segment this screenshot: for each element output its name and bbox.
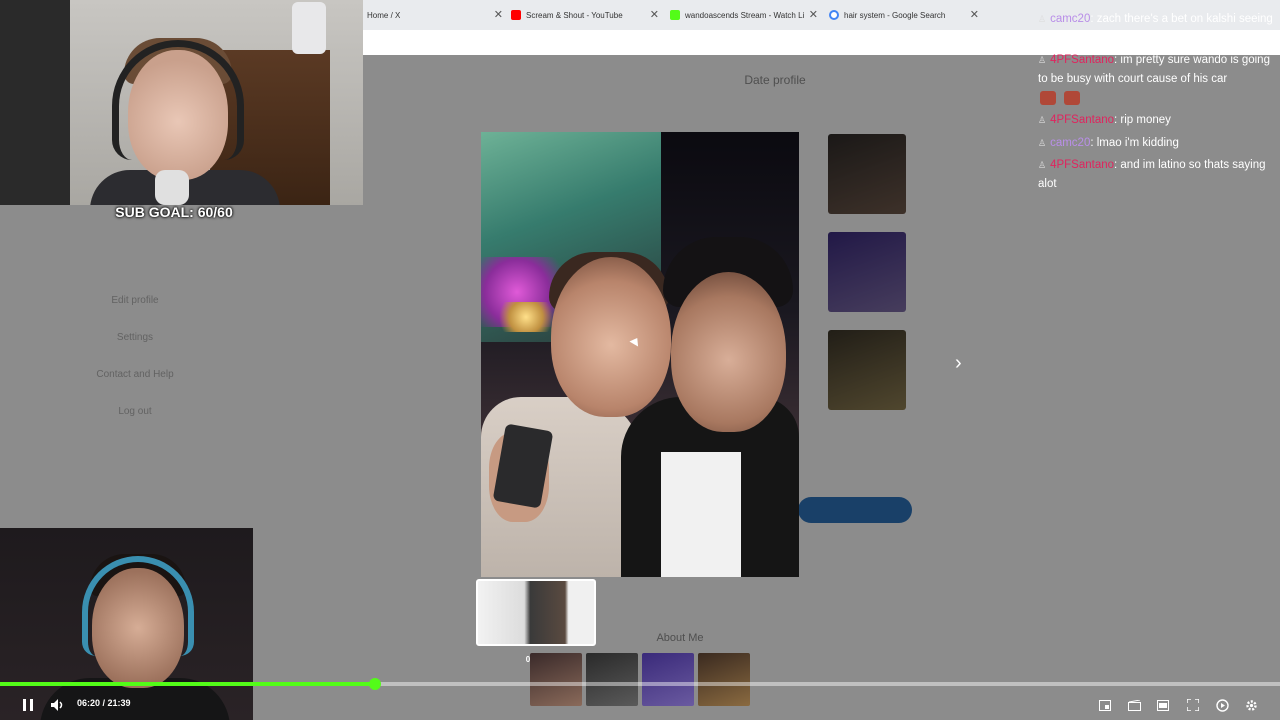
badge-icon: ♙ [1038, 115, 1047, 125]
close-tab-icon[interactable]: ✕ [809, 8, 818, 21]
clip-icon[interactable] [1124, 690, 1144, 720]
next-photo-chevron-icon[interactable]: › [955, 352, 962, 375]
emote-icon [1064, 91, 1080, 105]
close-tab-icon[interactable]: ✕ [650, 8, 659, 21]
streamer-webcam [0, 0, 363, 205]
kick-icon [670, 10, 680, 20]
chat-username: camc20 [1050, 137, 1091, 149]
settings-gear-icon[interactable] [1241, 690, 1261, 720]
tab-label: Scream & Shout - YouTube [526, 10, 623, 20]
chat-username: 4PFSantano [1050, 114, 1115, 126]
chat-message: ♙ camc20: lmao i'm kidding [1038, 134, 1280, 153]
close-tab-icon[interactable]: ✕ [970, 8, 979, 21]
pip-icon[interactable] [1095, 690, 1115, 720]
close-tab-icon[interactable]: ✕ [494, 8, 503, 21]
sub-goal-counter: SUB GOAL: 60/60 [115, 204, 233, 220]
chat-text: : lmao i'm kidding [1090, 137, 1179, 149]
seek-handle[interactable] [369, 678, 381, 690]
badge-icon: ♙ [1038, 138, 1047, 148]
seek-preview-thumbnail [476, 579, 596, 646]
chat-message: ♙ 4PFSantano: rip money [1038, 111, 1280, 130]
time-display: 06:20 / 21:39 [77, 698, 131, 708]
youtube-icon [511, 10, 521, 20]
chat-message: ♙ 4PFSantano: im pretty sure wando is goi… [1038, 51, 1280, 89]
emote-icon [1040, 91, 1056, 105]
theater-mode-icon[interactable] [1153, 690, 1173, 720]
chat-username: camc20 [1050, 13, 1091, 25]
profile-photo-large [481, 132, 799, 577]
badge-icon: ♙ [1038, 14, 1047, 24]
playback-speed-icon[interactable] [1212, 690, 1232, 720]
badge-icon: ♙ [1038, 160, 1047, 170]
chat-text: : rip money [1114, 114, 1171, 126]
badge-icon: ♙ [1038, 55, 1047, 65]
chat-overlay: ♙ camc20: zach there's a bet on kalshi se… [1036, 0, 1280, 200]
browser-tab[interactable]: wandoascends Stream - Watch Li... ✕ [670, 5, 818, 25]
volume-icon[interactable] [48, 690, 68, 720]
fullscreen-icon[interactable] [1183, 690, 1203, 720]
chat-username: 4PFSantano [1050, 54, 1115, 66]
chat-message: ♙ camc20: zach there's a bet on kalshi se… [1038, 10, 1280, 48]
browser-tab[interactable]: Home / X ✕ [367, 5, 503, 25]
tab-label: wandoascends Stream - Watch Li... [685, 10, 805, 20]
player-controls: 06:20 / 21:39 [0, 690, 1280, 720]
chat-message: ♙ 4PFSantano: and im latino so thats sayi… [1038, 156, 1280, 194]
pause-icon[interactable] [18, 690, 38, 720]
chat-username: 4PFSantano [1050, 159, 1115, 171]
tab-label: Home / X [367, 10, 401, 20]
stream-player[interactable]: Edit profile Settings Contact and Help L… [0, 0, 1280, 720]
browser-tab[interactable]: Scream & Shout - YouTube ✕ [511, 5, 659, 25]
browser-tab[interactable]: hair system - Google Search ✕ [829, 5, 979, 25]
tab-label: hair system - Google Search [844, 10, 946, 20]
google-icon [829, 10, 839, 20]
seek-bar-progress [0, 682, 375, 686]
